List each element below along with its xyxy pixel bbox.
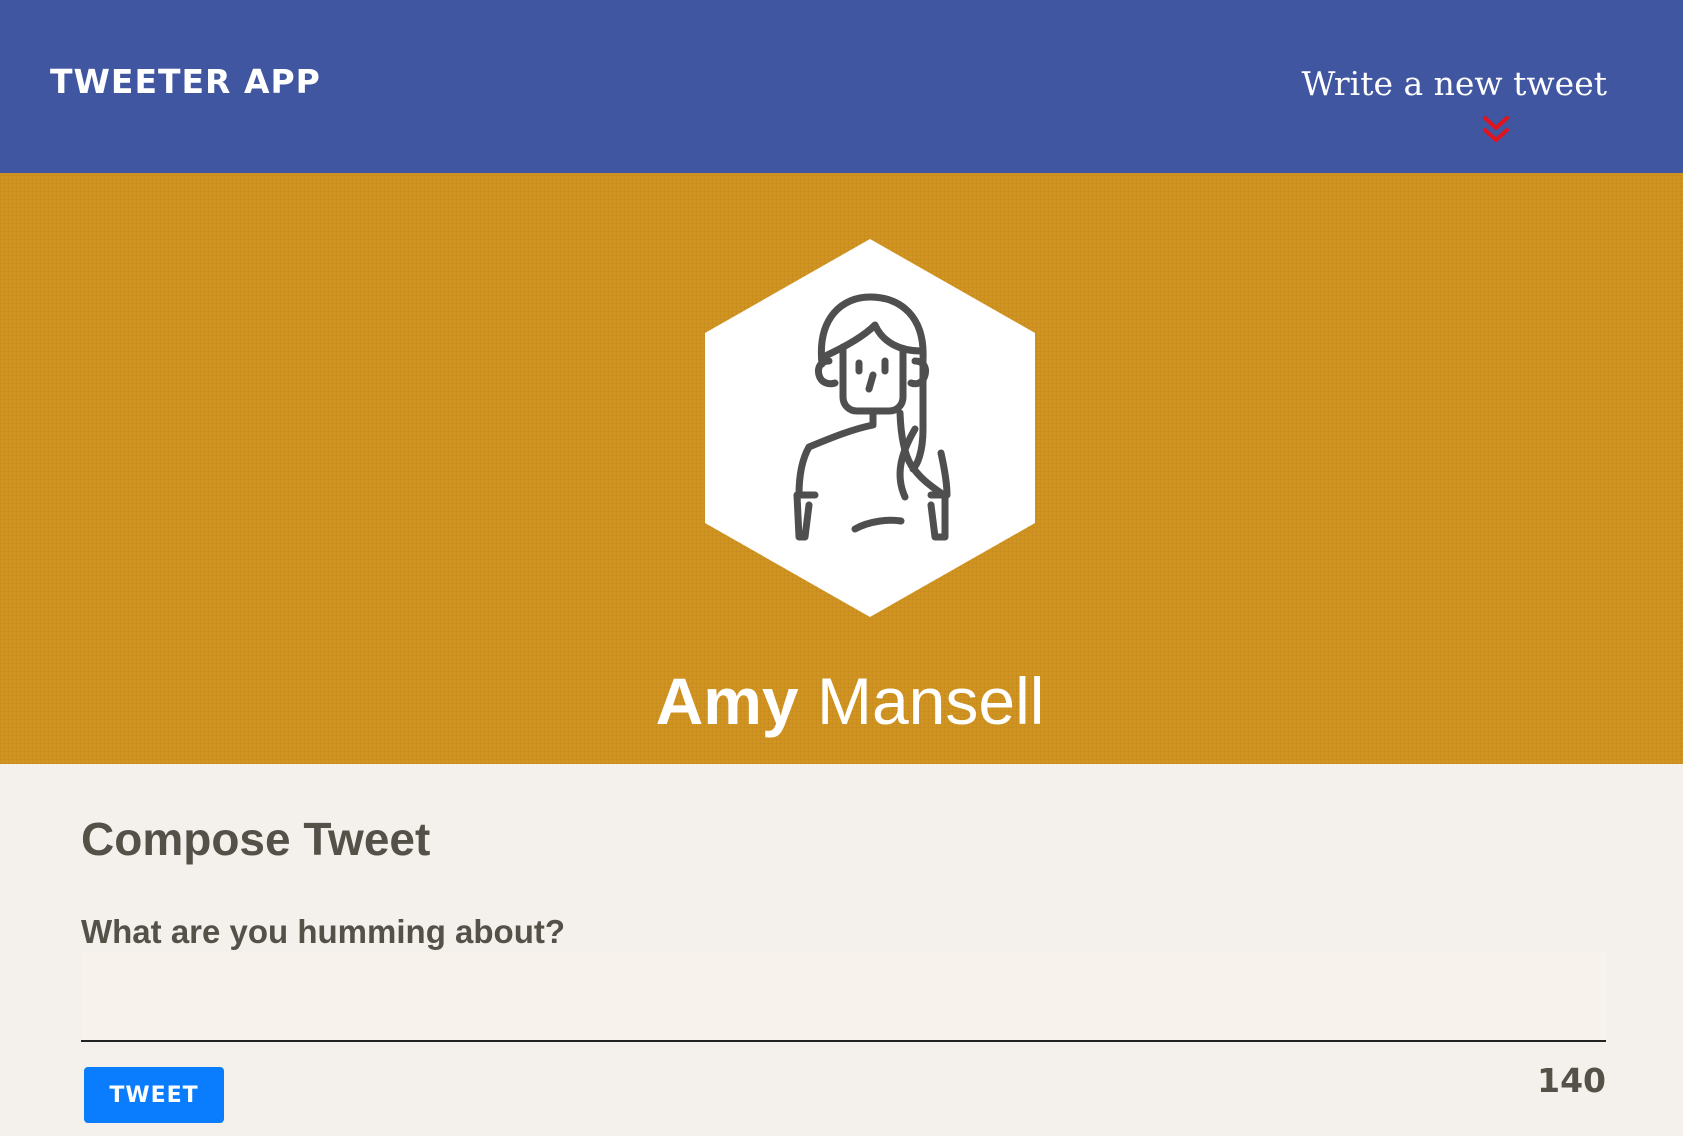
user-last-name: Mansell	[816, 664, 1045, 738]
profile-user-name: Amy Mansell	[0, 661, 1683, 741]
character-counter: 140	[1537, 1061, 1606, 1100]
female-user-avatar-icon	[705, 239, 1035, 617]
user-first-name: Amy	[655, 664, 799, 738]
double-chevron-down-icon[interactable]	[1481, 114, 1511, 146]
brand-title[interactable]: TWEETER APP	[50, 62, 321, 102]
profile-banner: Amy Mansell	[0, 173, 1683, 764]
compose-tweet-title: Compose Tweet	[81, 813, 431, 865]
write-new-tweet-toggle[interactable]: Write a new tweet	[1287, 62, 1607, 142]
write-new-tweet-label[interactable]: Write a new tweet	[1287, 62, 1607, 106]
tweet-submit-button[interactable]: TWEET	[84, 1067, 224, 1123]
tweet-textarea[interactable]	[81, 952, 1606, 1042]
top-navbar: TWEETER APP Write a new tweet	[0, 0, 1683, 173]
tweet-text-label: What are you humming about?	[81, 913, 565, 950]
